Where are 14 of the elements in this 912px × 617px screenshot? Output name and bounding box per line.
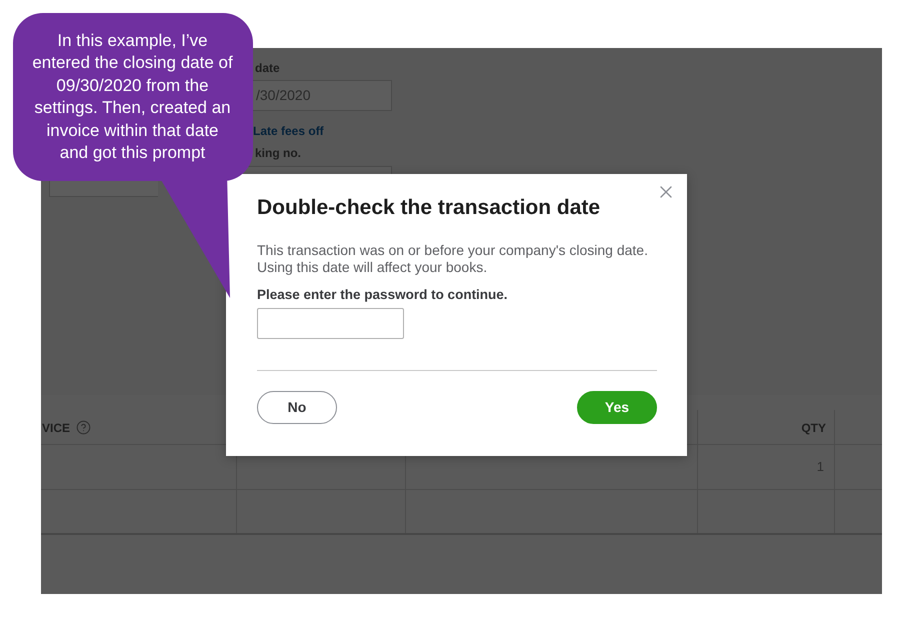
field-label: date [255,60,280,76]
column-header: QTY [801,420,826,436]
late-fees-link[interactable]: Late fees off [253,123,324,139]
text-field[interactable] [49,181,158,197]
field-label: king no. [255,145,301,161]
yes-button[interactable]: Yes [577,391,657,424]
password-field[interactable] [257,308,404,339]
dialog-message: This transaction was on or before your company's closing date. Using this date will affect your books. [257,242,649,276]
dialog-title: Double-check the transaction date [257,195,602,221]
column-header: VICE [42,420,70,436]
help-icon[interactable] [76,420,92,435]
no-button[interactable]: No [257,391,337,424]
callout-text: In this example, I’ve entered the closing date of 09/30/2020 from the settings. Then, created an invoice within that date and got this prompt [31,30,234,164]
password-label: Please enter the password to continue. [257,286,509,303]
